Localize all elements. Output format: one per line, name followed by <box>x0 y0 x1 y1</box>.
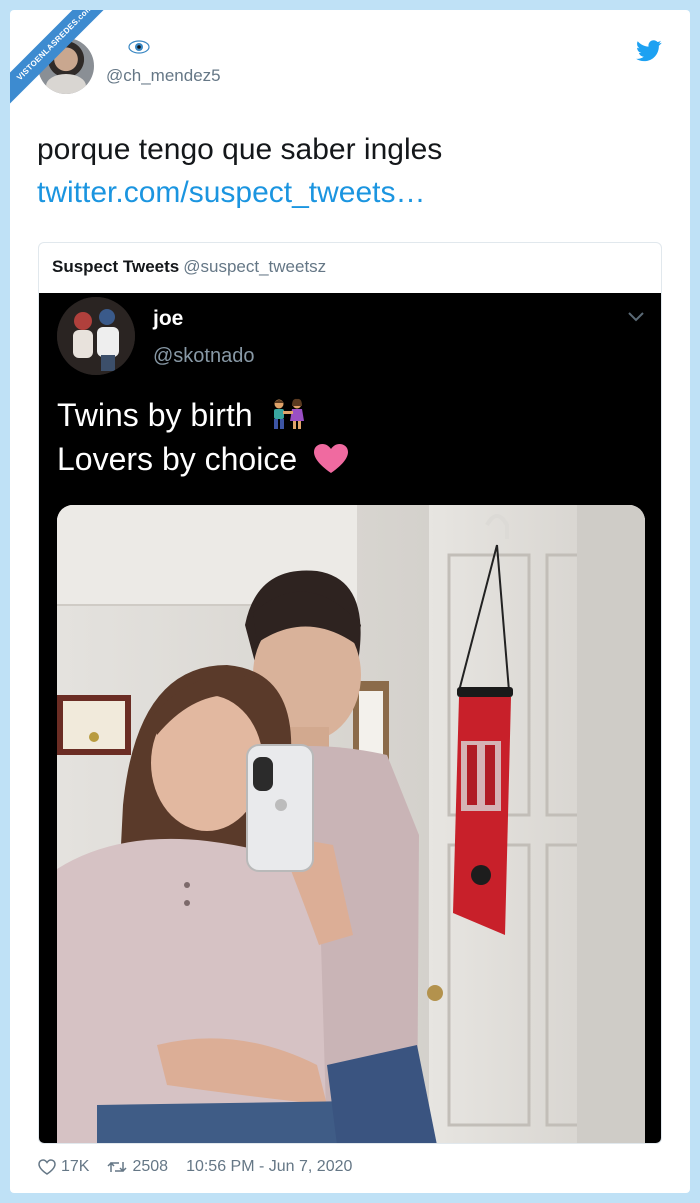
inner-line1-text: Twins by birth <box>57 397 253 433</box>
eye-icon <box>128 40 150 54</box>
embedded-screenshot: joe @skotnado Twins by birth Lovers by c… <box>39 293 661 1143</box>
quoted-name[interactable]: Suspect Tweets <box>52 257 179 276</box>
inner-text-line2: Lovers by choice <box>57 441 349 478</box>
tweet-stats: 17K 2508 10:56 PM - Jun 7, 2020 <box>38 1158 352 1176</box>
inner-handle: @skotnado <box>153 345 255 367</box>
likes-count: 17K <box>61 1158 90 1175</box>
quoted-tweet[interactable]: Suspect Tweets @suspect_tweetsz joe @skot… <box>38 242 662 1144</box>
tweet-card: VISTOENLASREDES.com @ch_mendez5 porque t… <box>10 10 690 1193</box>
tweet-timestamp[interactable]: 10:56 PM - Jun 7, 2020 <box>186 1158 352 1176</box>
tweet-text: porque tengo que saber ingles <box>37 133 443 166</box>
tweet-link[interactable]: twitter.com/suspect_tweets… <box>37 171 425 215</box>
twitter-bird-icon[interactable] <box>636 40 662 62</box>
retweets-count: 2508 <box>132 1158 169 1175</box>
heart-emoji-icon <box>314 444 349 473</box>
like-icon[interactable] <box>38 1159 56 1175</box>
couple-emoji-icon <box>273 398 304 429</box>
inner-avatar <box>57 297 135 375</box>
retweet-icon[interactable] <box>107 1160 127 1174</box>
inner-line2-text: Lovers by choice <box>57 441 298 477</box>
selfie-photo[interactable] <box>57 505 645 1143</box>
chevron-down-icon <box>628 312 644 322</box>
inner-name: joe <box>153 307 184 330</box>
inner-text-line1: Twins by birth <box>57 397 308 434</box>
author-handle[interactable]: @ch_mendez5 <box>106 66 221 86</box>
quoted-header: Suspect Tweets @suspect_tweetsz <box>52 257 326 277</box>
quoted-handle[interactable]: @suspect_tweetsz <box>183 257 326 276</box>
